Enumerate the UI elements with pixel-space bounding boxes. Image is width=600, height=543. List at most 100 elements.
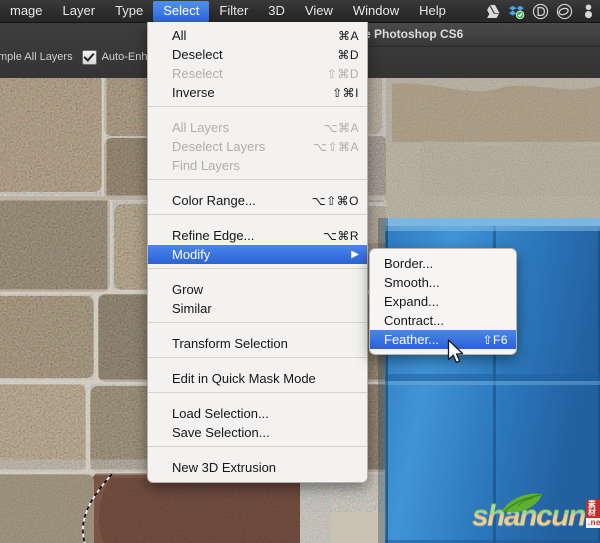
menu-gap: [148, 111, 367, 118]
submenu-item-shortcut: ⇧F6: [482, 332, 508, 347]
menubar-item-type[interactable]: Type: [105, 1, 153, 22]
submenu-item-label: Feather...: [384, 332, 439, 347]
google-drive-icon[interactable]: [484, 3, 501, 20]
menu-item-reselect: Reselect ⇧⌘D: [148, 64, 367, 83]
submenu-item-border[interactable]: Border...: [370, 254, 516, 273]
battery-icon[interactable]: [580, 3, 597, 20]
submenu-item-label: Border...: [384, 256, 434, 271]
menubar-item-help[interactable]: Help: [409, 1, 456, 22]
submenu-item-contract[interactable]: Contract...: [370, 311, 516, 330]
creative-cloud-icon[interactable]: [556, 3, 573, 20]
menu-item-shortcut: ⌥⇧⌘O: [311, 193, 359, 208]
menu-item-all[interactable]: All ⌘A: [148, 26, 367, 45]
menu-gap: [148, 327, 367, 334]
menu-item-shortcut: ⌘A: [337, 28, 359, 43]
menu-item-label: Similar: [172, 301, 212, 316]
submenu-item-label: Smooth...: [384, 275, 440, 290]
menu-separator: [148, 446, 367, 447]
menu-item-label: Deselect: [172, 47, 223, 62]
site-watermark: shancun 素材 .net: [472, 493, 600, 531]
menu-item-shortcut: ⇧⌘I: [332, 85, 359, 100]
menu-item-shortcut: ⌥⌘A: [323, 120, 359, 135]
menu-item-edit-in-quick-mask-mode[interactable]: Edit in Quick Mask Mode: [148, 369, 367, 388]
menu-gap: [148, 273, 367, 280]
select-dropdown-menu[interactable]: All ⌘A Deselect ⌘D Reselect ⇧⌘D Inverse …: [147, 22, 368, 483]
menu-item-shortcut: ⌥⌘R: [323, 228, 359, 243]
menu-gap: [148, 219, 367, 226]
menubar-status-icons: [484, 3, 600, 20]
menu-item-label: New 3D Extrusion: [172, 460, 277, 475]
menu-item-label: Save Selection...: [172, 425, 270, 440]
menu-item-label: Inverse: [172, 85, 215, 100]
menu-item-label: Refine Edge...: [172, 228, 255, 243]
document-title-bar[interactable]: e Photoshop CS6: [356, 22, 600, 46]
menu-item-deselect-layers: Deselect Layers ⌥⇧⌘A: [148, 137, 367, 156]
auto-enhance-checkbox[interactable]: [81, 49, 97, 65]
menu-item-all-layers: All Layers ⌥⌘A: [148, 118, 367, 137]
menu-separator: [148, 106, 367, 107]
circled-d-icon[interactable]: [532, 3, 549, 20]
menu-item-label: Edit in Quick Mask Mode: [172, 371, 316, 386]
menu-item-grow[interactable]: Grow: [148, 280, 367, 299]
leaf-icon: [502, 493, 542, 513]
menubar-item-3d[interactable]: 3D: [258, 1, 295, 22]
submenu-item-expand[interactable]: Expand...: [370, 292, 516, 311]
menubar-item-image[interactable]: mage: [0, 1, 53, 22]
watermark-badge: 素材 .net: [585, 500, 600, 528]
menu-item-shortcut: ⇧⌘D: [326, 66, 359, 81]
menu-item-save-selection[interactable]: Save Selection...: [148, 423, 367, 442]
menu-item-label: Deselect Layers: [172, 139, 266, 154]
menu-item-label: All: [172, 28, 187, 43]
menu-gap: [148, 362, 367, 369]
menubar-item-filter[interactable]: Filter: [209, 1, 258, 22]
menubar-item-layer[interactable]: Layer: [53, 1, 106, 22]
menu-item-label: Color Range...: [172, 193, 256, 208]
watermark-badge-top: 素材: [585, 500, 600, 518]
menu-item-label: Reselect: [172, 66, 223, 81]
menubar-item-select[interactable]: Select: [153, 0, 210, 22]
menu-separator: [148, 179, 367, 180]
submenu-item-label: Expand...: [384, 294, 439, 309]
menu-item-modify[interactable]: Modify ▶: [148, 245, 367, 264]
menu-bar: mage Layer Type Select Filter 3D View Wi…: [0, 0, 600, 23]
menu-separator: [148, 357, 367, 358]
menu-item-deselect[interactable]: Deselect ⌘D: [148, 45, 367, 64]
menu-item-find-layers: Find Layers: [148, 156, 367, 175]
menu-gap: [148, 397, 367, 404]
menu-item-shortcut: ⌥⇧⌘A: [313, 139, 359, 154]
menu-item-load-selection[interactable]: Load Selection...: [148, 404, 367, 423]
menu-item-label: Transform Selection: [172, 336, 288, 351]
submenu-item-smooth[interactable]: Smooth...: [370, 273, 516, 292]
menu-item-label: Load Selection...: [172, 406, 269, 421]
sample-all-layers-label: mple All Layers: [0, 51, 73, 63]
watermark-badge-bottom: .net: [585, 518, 600, 528]
photoshop-window: shancun 素材 .net mple All Layers Auto-Enh…: [0, 0, 600, 543]
menu-item-label: All Layers: [172, 120, 230, 135]
document-title: e Photoshop CS6: [364, 27, 464, 41]
menubar-item-view[interactable]: View: [295, 1, 343, 22]
menu-gap: [148, 451, 367, 458]
menu-item-refine-edge[interactable]: Refine Edge... ⌥⌘R: [148, 226, 367, 245]
document-title-underline: [356, 46, 600, 47]
menu-item-color-range[interactable]: Color Range... ⌥⇧⌘O: [148, 191, 367, 210]
menu-separator: [148, 214, 367, 215]
submenu-item-label: Contract...: [384, 313, 444, 328]
menu-item-inverse[interactable]: Inverse ⇧⌘I: [148, 83, 367, 102]
menu-item-shortcut: ⌘D: [337, 47, 359, 62]
menu-separator: [148, 322, 367, 323]
submenu-arrow-icon: ▶: [351, 249, 359, 260]
menu-separator: [148, 392, 367, 393]
menu-item-transform-selection[interactable]: Transform Selection: [148, 334, 367, 353]
menu-item-label: Modify: [172, 247, 211, 262]
submenu-item-feather[interactable]: Feather... ⇧F6: [370, 330, 516, 349]
menu-gap: [148, 184, 367, 191]
menu-separator: [148, 268, 367, 269]
menubar-item-window[interactable]: Window: [343, 1, 409, 22]
dropbox-icon[interactable]: [508, 3, 525, 20]
menu-item-new-3d-extrusion[interactable]: New 3D Extrusion: [148, 458, 367, 477]
menu-item-label: Find Layers: [172, 158, 240, 173]
modify-submenu[interactable]: Border... Smooth... Expand... Contract..…: [369, 248, 517, 355]
menu-item-similar[interactable]: Similar: [148, 299, 367, 318]
menu-item-label: Grow: [172, 282, 204, 297]
options-bar-controls: mple All Layers Auto-Enhance: [0, 46, 171, 68]
